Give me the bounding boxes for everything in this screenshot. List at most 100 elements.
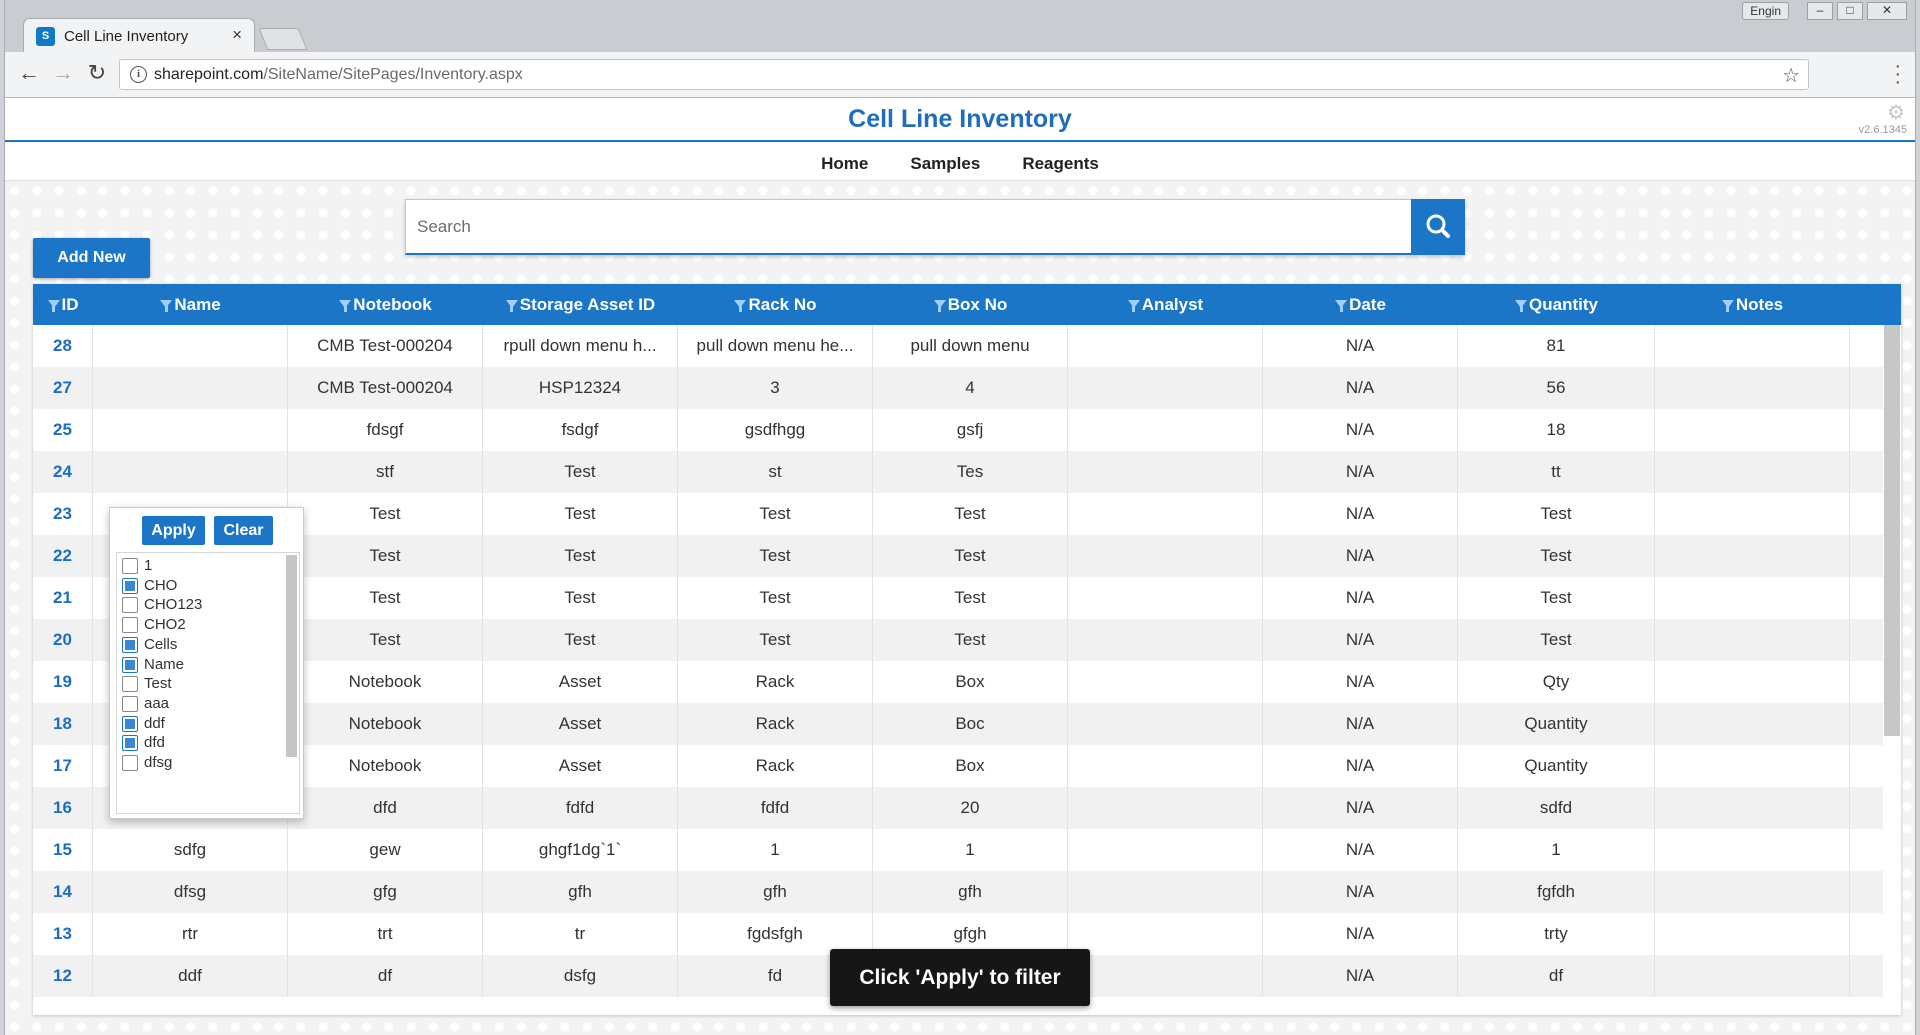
checkbox-unchecked-icon[interactable]	[122, 558, 138, 574]
column-header-analyst[interactable]: Analyst	[1068, 284, 1263, 325]
table-row[interactable]: 21 Test Test Test Test N/A Test	[33, 577, 1883, 619]
filter-icon[interactable]	[1721, 300, 1734, 312]
table-row[interactable]: 15 sdfg gew ghgf1dg`1` 1 1 N/A 1	[33, 829, 1883, 871]
table-row[interactable]: 14 dfsg gfg gfh gfh gfh N/A fgfdh	[33, 871, 1883, 913]
table-row[interactable]: 19NameNotebookAssetRackBoxN/AQty	[33, 661, 1883, 703]
checkbox-checked-icon[interactable]	[122, 636, 138, 653]
table-row[interactable]: 25 fdsgf fsdgf gsdfhgg gsfj N/A 18	[33, 409, 1883, 451]
cell-id[interactable]: 15	[33, 829, 93, 871]
checkbox-unchecked-icon[interactable]	[122, 617, 138, 634]
column-header-rack-no[interactable]: Rack No	[678, 284, 873, 325]
content-area: Add New ID Name Notebook Storage Asset I…	[5, 180, 1915, 1035]
cell-id[interactable]: 16	[33, 787, 93, 829]
filter-icon[interactable]	[1127, 300, 1140, 312]
window-user-badge[interactable]: Engin	[1742, 2, 1789, 20]
cell-id[interactable]: 20	[33, 619, 93, 661]
checkbox-unchecked-icon[interactable]	[122, 755, 138, 771]
column-header-id[interactable]: ID	[33, 284, 93, 325]
nav-item-home[interactable]: Home	[821, 154, 868, 174]
column-header-name[interactable]: Name	[93, 284, 288, 325]
cell-id[interactable]: 17	[33, 745, 93, 787]
checkbox-unchecked-icon[interactable]	[122, 676, 138, 693]
cell-id[interactable]: 14	[33, 871, 93, 913]
cell-notes	[1655, 535, 1850, 577]
cell-rack-no: gfh	[678, 871, 873, 913]
checkbox-checked-icon[interactable]	[122, 715, 138, 732]
table-row[interactable]: 16dfddfdfdfdfdfd20N/Asdfd	[33, 787, 1883, 829]
filter-icon[interactable]	[1335, 300, 1348, 312]
minimize-icon[interactable]: –	[1807, 2, 1833, 20]
column-header-quantity[interactable]: Quantity	[1458, 284, 1655, 325]
add-new-button[interactable]: Add New	[33, 238, 150, 278]
cell-id[interactable]: 21	[33, 577, 93, 619]
filter-icon[interactable]	[160, 300, 173, 312]
filter-icon[interactable]	[339, 300, 352, 312]
tab-close-icon[interactable]: ×	[232, 25, 242, 45]
cell-name	[93, 367, 288, 409]
filter-icon[interactable]	[47, 300, 60, 312]
table-row[interactable]: 24 stf Test st Tes N/A tt	[33, 451, 1883, 493]
info-icon[interactable]: i	[130, 66, 147, 83]
cell-rack-no: fdfd	[678, 787, 873, 829]
cell-name: ddf	[93, 955, 288, 997]
maximize-icon[interactable]: □	[1837, 2, 1863, 20]
filter-icon[interactable]	[734, 300, 747, 312]
cell-id[interactable]: 18	[33, 703, 93, 745]
cell-quantity: 81	[1458, 325, 1655, 367]
table-row[interactable]: 18NameNotebookAssetRackBocN/AQuantity	[33, 703, 1883, 745]
table-row[interactable]: 20TestTestTestTestTestN/ATest	[33, 619, 1883, 661]
cell-id[interactable]: 28	[33, 325, 93, 367]
search-button[interactable]	[1411, 199, 1465, 255]
checkbox-unchecked-icon[interactable]	[122, 695, 138, 712]
settings-gear-icon[interactable]: ⚙	[1887, 100, 1905, 125]
checkbox-checked-icon[interactable]	[122, 577, 138, 594]
cell-id[interactable]: 19	[33, 661, 93, 703]
table-row[interactable]: 22 Test Test Test Test N/A Test	[33, 535, 1883, 577]
browser-tab[interactable]: S Cell Line Inventory ×	[23, 18, 255, 53]
cell-id[interactable]: 13	[33, 913, 93, 955]
browser-menu-icon[interactable]: · · ·	[1894, 56, 1901, 92]
cell-id[interactable]: 12	[33, 955, 93, 997]
cell-storage-asset-id: tr	[483, 913, 678, 955]
search-input[interactable]	[406, 200, 1410, 254]
cell-notebook: Test	[288, 535, 483, 577]
cell-analyst	[1068, 829, 1263, 871]
new-tab-button[interactable]	[258, 28, 308, 50]
cell-id[interactable]: 22	[33, 535, 93, 577]
reload-icon[interactable]: ↻	[83, 60, 111, 86]
address-bar[interactable]: i sharepoint.com/SiteName/SitePages/Inve…	[119, 59, 1809, 90]
grid-scrollbar[interactable]	[1884, 325, 1900, 736]
cell-notebook: Notebook	[288, 745, 483, 787]
nav-item-samples[interactable]: Samples	[910, 154, 980, 174]
clear-filter-button[interactable]: Clear	[214, 516, 273, 545]
filter-list-scrollbar[interactable]	[286, 555, 297, 757]
checkbox-checked-icon[interactable]	[122, 656, 138, 673]
bookmark-star-icon[interactable]: ☆	[1782, 63, 1800, 88]
filter-icon[interactable]	[1515, 300, 1528, 312]
column-header-date[interactable]: Date	[1263, 284, 1458, 325]
filter-icon[interactable]	[505, 300, 518, 312]
cell-id[interactable]: 27	[33, 367, 93, 409]
checkbox-unchecked-icon[interactable]	[122, 597, 138, 614]
filter-icon[interactable]	[933, 300, 946, 312]
window-close-icon[interactable]: ✕	[1867, 2, 1907, 20]
cell-analyst	[1068, 535, 1263, 577]
column-header-storage-asset-id[interactable]: Storage Asset ID	[483, 284, 678, 325]
column-header-notes[interactable]: Notes	[1655, 284, 1850, 325]
table-row[interactable]: 27 CMB Test-000204 HSP12324 3 4 N/A 56	[33, 367, 1883, 409]
checkbox-checked-icon[interactable]	[122, 735, 138, 752]
cell-id[interactable]: 24	[33, 451, 93, 493]
column-header-box-no[interactable]: Box No	[873, 284, 1068, 325]
forward-arrow-icon[interactable]: →	[49, 60, 77, 86]
table-row[interactable]: 28 CMB Test-000204 rpull down menu h... pul…	[33, 325, 1883, 367]
nav-item-reagents[interactable]: Reagents	[1022, 154, 1099, 174]
table-row[interactable]: 17NameNotebookAssetRackBoxN/AQuantity	[33, 745, 1883, 787]
cell-notebook: trt	[288, 913, 483, 955]
back-arrow-icon[interactable]: ←	[15, 60, 43, 86]
cell-id[interactable]: 23	[33, 493, 93, 535]
filter-option-label: Cells	[144, 635, 178, 653]
apply-filter-button[interactable]: Apply	[142, 516, 205, 545]
table-row[interactable]: 23 Test Test Test Test N/A Test	[33, 493, 1883, 535]
cell-id[interactable]: 25	[33, 409, 93, 451]
column-header-notebook[interactable]: Notebook	[288, 284, 483, 325]
